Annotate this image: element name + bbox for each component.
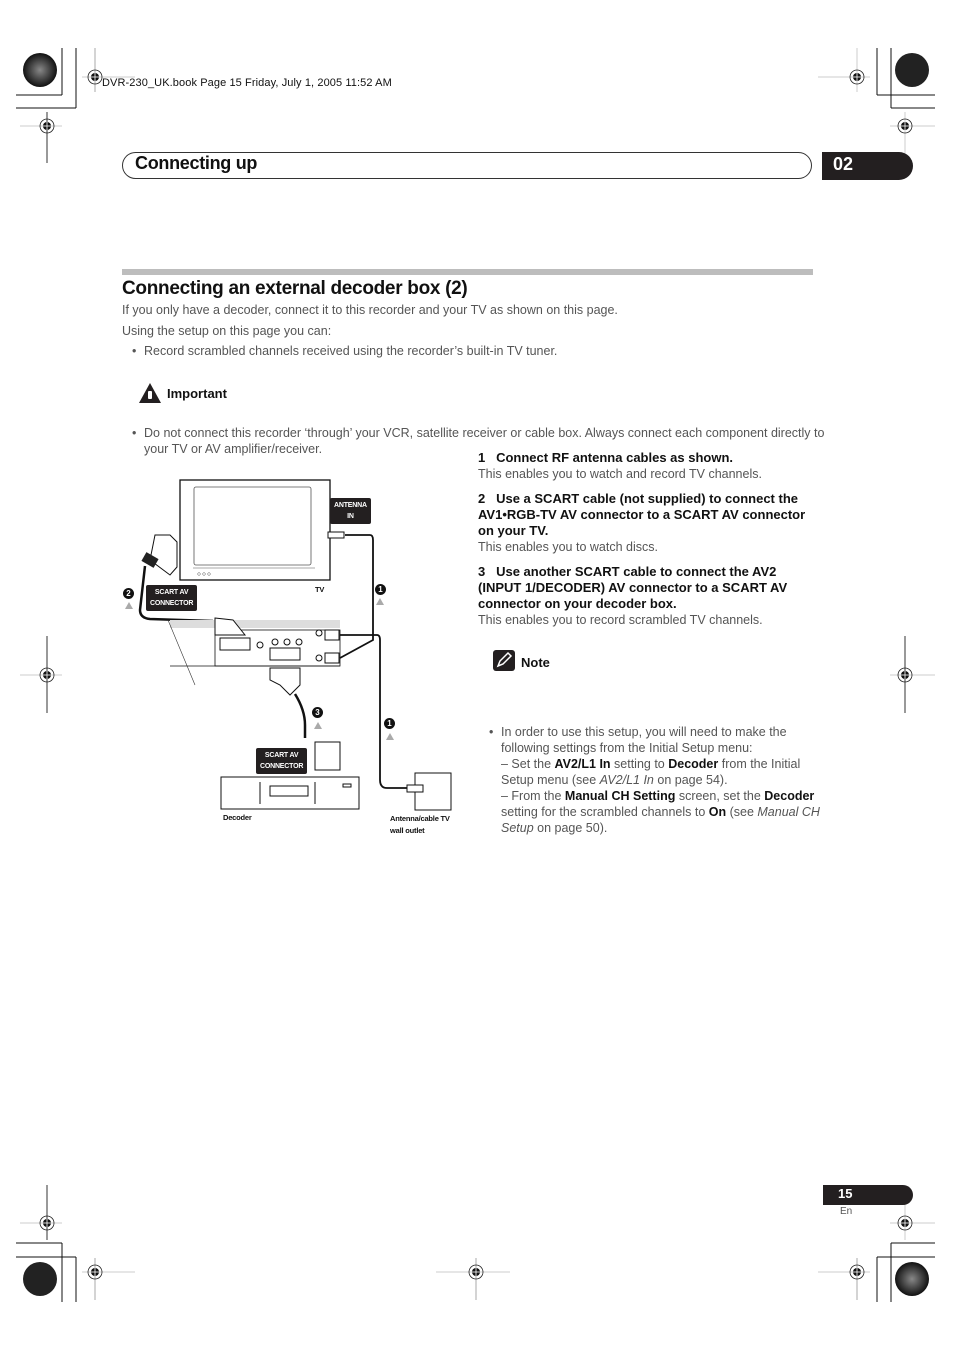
warning-hand-icon — [139, 383, 161, 403]
recorder-rear-panel — [167, 619, 341, 686]
step-heading: Use a SCART cable (not supplied) to conn… — [478, 491, 806, 538]
page-number: 15 — [823, 1185, 913, 1205]
section-intro: If you only have a decoder, connect it t… — [122, 303, 618, 317]
note-line-2: – From the Manual CH Setting screen, set… — [501, 789, 820, 835]
section-title: Connecting an external decoder box (2) — [122, 278, 468, 299]
section-bullet: Record scrambled channels received using… — [122, 343, 834, 359]
chapter-title: Connecting up — [135, 153, 258, 173]
step-2: 2 Use a SCART cable (not supplied) to co… — [478, 491, 813, 555]
note-line-1: – Set the AV2/L1 In setting to Decoder f… — [501, 757, 801, 787]
decoder-label: Decoder — [223, 813, 252, 822]
note-intro: In order to use this setup, you will nee… — [501, 725, 787, 755]
step-description: This enables you to record scrambled TV … — [478, 613, 763, 627]
arrow-up-icon — [314, 722, 322, 729]
starburst-mark — [23, 53, 57, 87]
step-description: This enables you to watch and record TV … — [478, 467, 762, 481]
step-number: 2 — [478, 491, 486, 506]
pencil-note-icon — [493, 650, 515, 671]
section-lead: Using the setup on this page you can: — [122, 324, 332, 338]
step-badge-1b: 1 — [384, 718, 395, 729]
connection-diagram — [138, 479, 452, 811]
page-language: En — [840, 1206, 853, 1217]
step-description: This enables you to watch discs. — [478, 540, 658, 554]
antenna-cable-wall — [340, 634, 415, 789]
wall-outlet-label: Antenna/cable TV wall outlet — [390, 814, 450, 835]
step-3: 3 Use another SCART cable to connect the… — [478, 564, 813, 628]
arrow-up-icon — [376, 598, 384, 605]
section-rule — [122, 269, 813, 275]
note-label: Note — [521, 655, 550, 670]
step-heading: Use another SCART cable to connect the A… — [478, 564, 788, 611]
starburst-mark — [895, 53, 929, 87]
scart-plug-tv — [141, 534, 178, 576]
decoder-illustration — [220, 776, 360, 810]
arrow-up-icon — [386, 733, 394, 740]
tv-label: TV — [315, 585, 325, 594]
note-body: In order to use this setup, you will nee… — [479, 724, 836, 836]
print-header: DVR-230_UK.book Page 15 Friday, July 1, … — [102, 77, 392, 89]
tv-illustration — [179, 479, 331, 581]
step-badge-3: 3 — [312, 707, 323, 718]
antenna-plug — [327, 531, 345, 539]
step-1: 1 Connect RF antenna cables as shown. Th… — [478, 450, 813, 482]
chapter-number: 02 — [822, 152, 913, 180]
scart-av-connector-tag-tv: SCART AV CONNECTOR — [146, 585, 198, 611]
scart-av-connector-tag-decoder: SCART AV CONNECTOR — [256, 748, 308, 774]
arrow-up-icon — [125, 602, 133, 609]
step-number: 3 — [478, 564, 486, 579]
important-heading: Important — [138, 382, 227, 409]
step-badge-1: 1 — [375, 584, 386, 595]
step-number: 1 — [478, 450, 486, 465]
important-label: Important — [167, 386, 227, 401]
note-heading: Note — [493, 650, 550, 676]
step-heading: Connect RF antenna cables as shown. — [496, 450, 734, 465]
antenna-in-tag: ANTENNA IN — [330, 498, 371, 524]
steps-list: 1 Connect RF antenna cables as shown. Th… — [478, 450, 813, 637]
step-badge-2: 2 — [123, 588, 134, 599]
antenna-cable-tv — [339, 534, 374, 659]
